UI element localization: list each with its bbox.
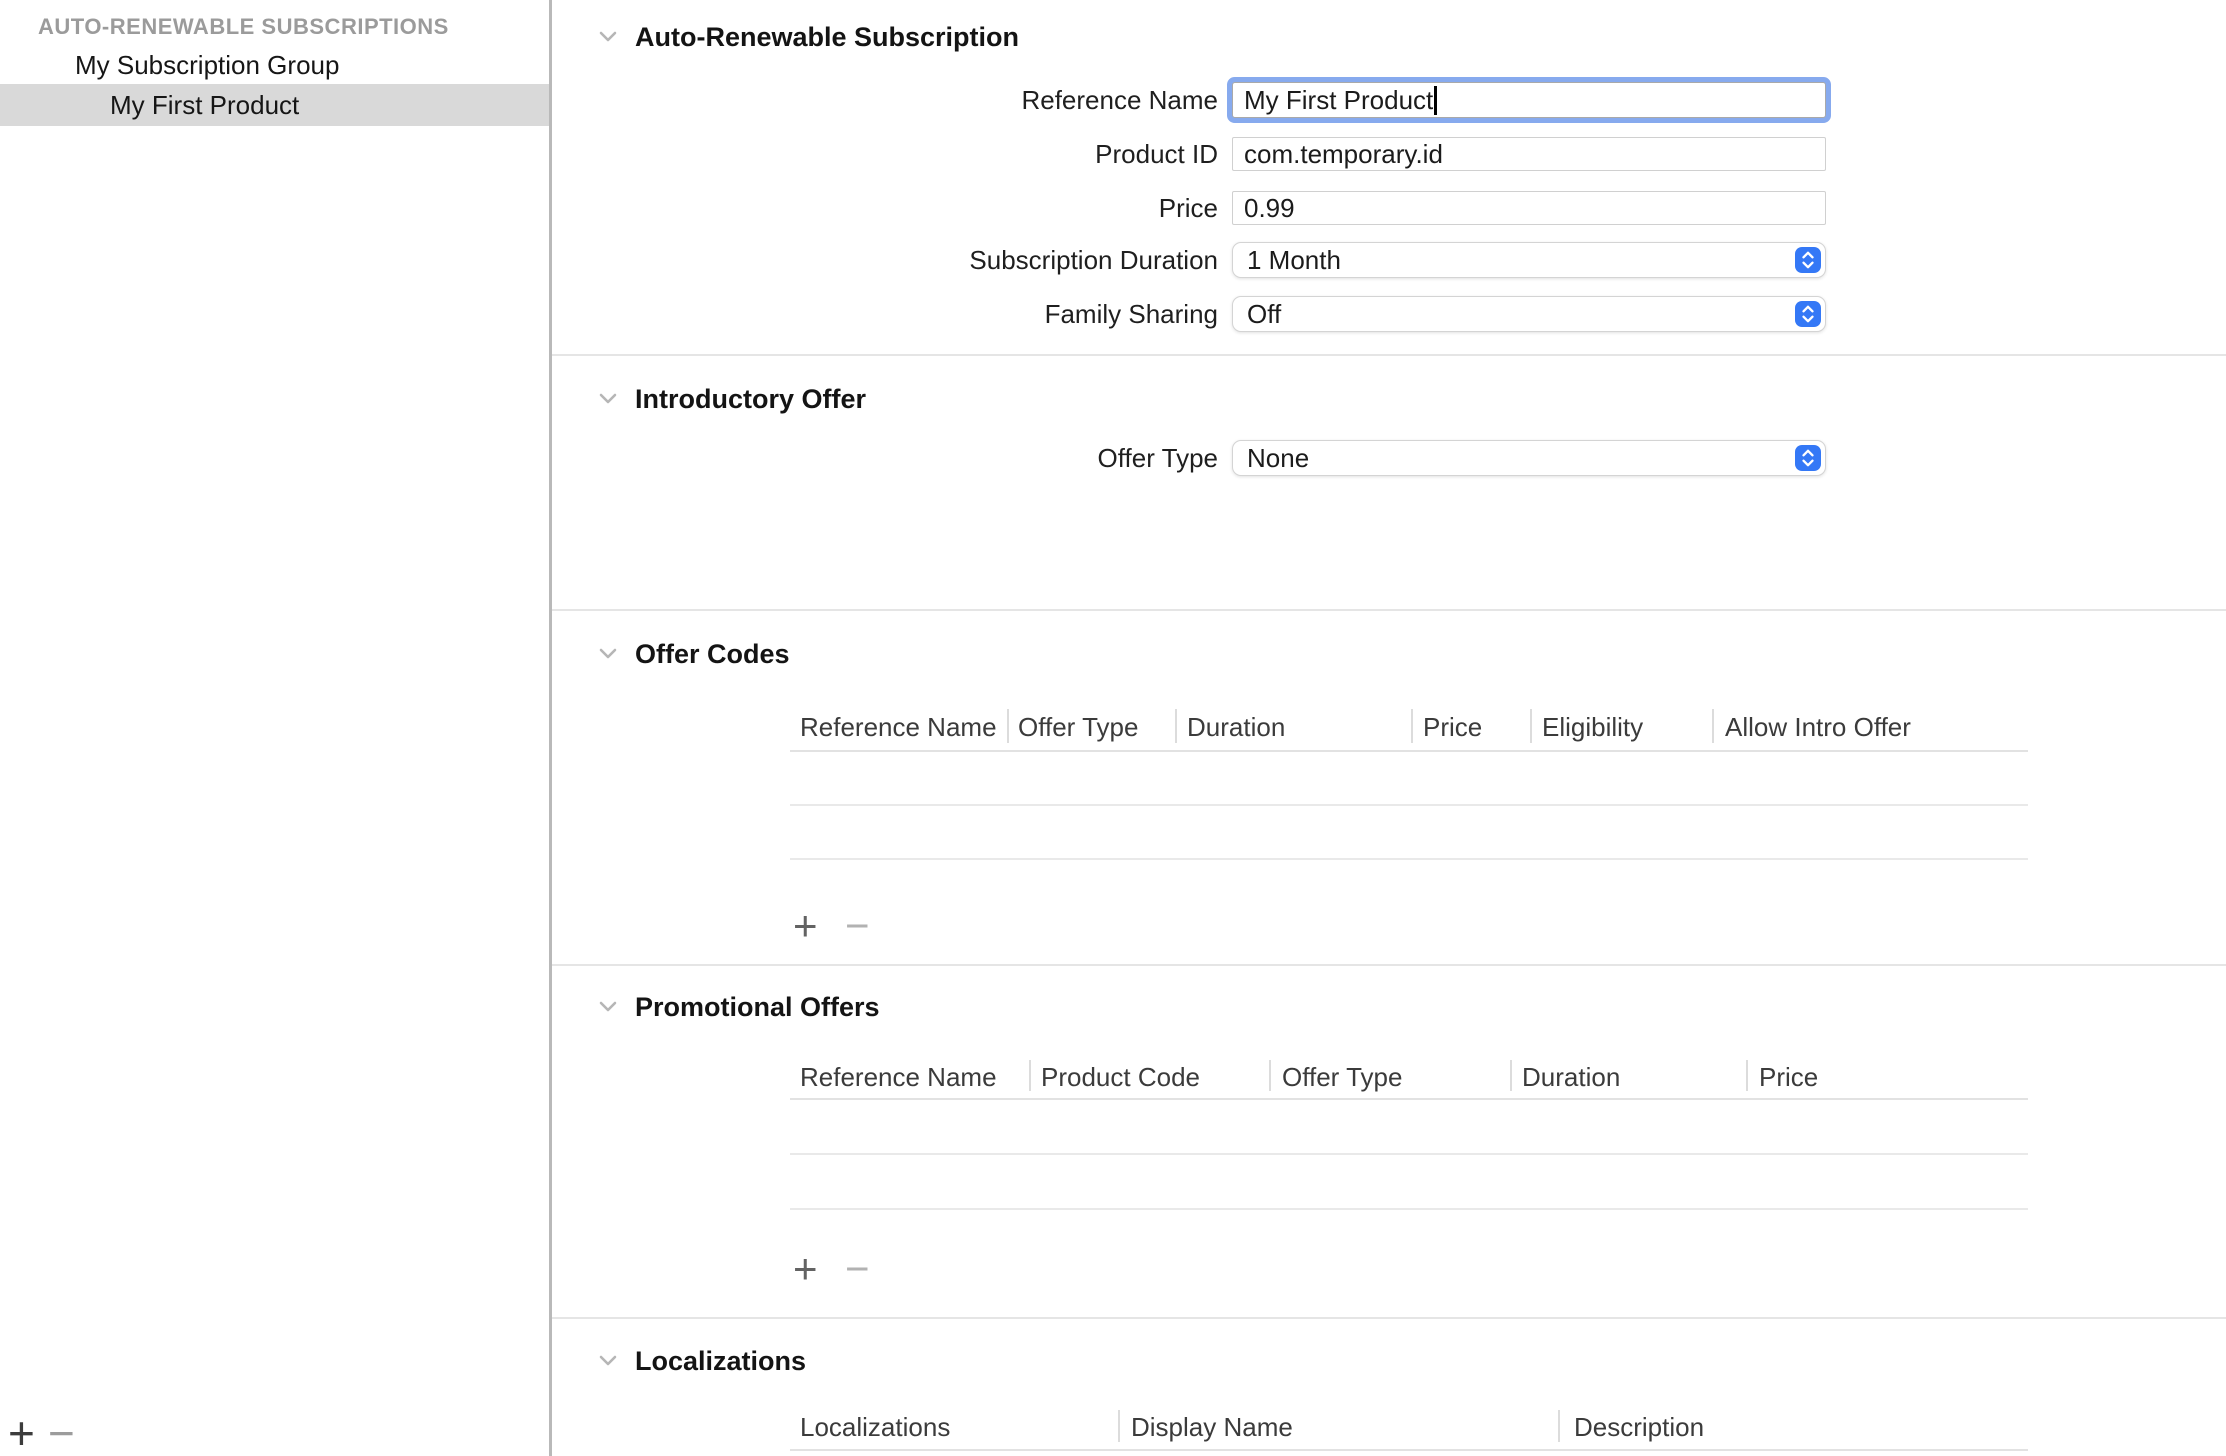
text-cursor (1434, 86, 1437, 115)
column-separator (1411, 709, 1413, 743)
column-header[interactable]: Offer Type (1018, 705, 1138, 750)
reference-name-input[interactable]: My First Product (1232, 82, 1826, 118)
section-header-introductory-offer: Introductory Offer (598, 384, 866, 415)
sidebar-add-button[interactable]: + (8, 1410, 35, 1456)
column-separator (1530, 709, 1532, 743)
subscription-duration-value: 1 Month (1247, 245, 1341, 276)
promotional-offers-table-header: Reference Name Product Code Offer Type D… (790, 1056, 2028, 1100)
table-row[interactable] (790, 806, 2028, 860)
table-row[interactable] (790, 752, 2028, 806)
column-header[interactable]: Reference Name (800, 1056, 997, 1098)
price-input[interactable]: 0.99 (1232, 191, 1826, 225)
column-separator (1746, 1060, 1748, 1091)
promotional-offers-table: Reference Name Product Code Offer Type D… (790, 1056, 2028, 1210)
chevron-down-icon[interactable] (598, 391, 618, 411)
table-row[interactable] (790, 1451, 2028, 1456)
table-row[interactable] (790, 1155, 2028, 1210)
sidebar-remove-button[interactable]: − (48, 1410, 75, 1456)
section-header-offer-codes: Offer Codes (598, 639, 790, 670)
column-separator (1558, 1410, 1560, 1442)
section-divider (552, 609, 2226, 611)
offer-type-value: None (1247, 443, 1309, 474)
column-header[interactable]: Price (1423, 705, 1482, 750)
popup-stepper-icon (1795, 301, 1821, 327)
column-header[interactable]: Localizations (800, 1406, 950, 1449)
popup-stepper-icon (1795, 247, 1821, 273)
chevron-down-icon[interactable] (598, 1353, 618, 1373)
subscription-duration-popup[interactable]: 1 Month (1232, 242, 1826, 278)
offer-type-label: Offer Type (1098, 440, 1218, 476)
promotional-offers-remove-button[interactable]: − (845, 1246, 870, 1292)
offer-codes-add-button[interactable]: + (793, 903, 818, 949)
column-header[interactable]: Product Code (1041, 1056, 1200, 1098)
section-header-localizations: Localizations (598, 1346, 806, 1377)
sidebar-item-my-first-product[interactable]: My First Product (110, 84, 299, 126)
family-sharing-value: Off (1247, 299, 1281, 330)
column-separator (1269, 1060, 1271, 1091)
sidebar-item-subscription-group[interactable]: My Subscription Group (75, 50, 339, 80)
sidebar-divider (549, 0, 552, 1456)
product-id-input[interactable]: com.temporary.id (1232, 137, 1826, 171)
offer-codes-remove-button[interactable]: − (845, 903, 870, 949)
column-header[interactable]: Reference Name (800, 705, 997, 750)
section-header-subscription: Auto-Renewable Subscription (598, 22, 1019, 53)
localizations-table: Localizations Display Name Description (790, 1406, 2028, 1456)
section-title-subscription: Auto-Renewable Subscription (635, 22, 1019, 53)
reference-name-label: Reference Name (1021, 82, 1218, 118)
product-id-label: Product ID (1095, 137, 1218, 171)
column-header[interactable]: Duration (1187, 705, 1285, 750)
column-separator (1510, 1060, 1512, 1091)
column-header[interactable]: Duration (1522, 1056, 1620, 1098)
popup-stepper-icon (1795, 445, 1821, 471)
price-label: Price (1159, 191, 1218, 225)
column-separator (1029, 1060, 1031, 1091)
table-row[interactable] (790, 1100, 2028, 1155)
section-divider (552, 1317, 2226, 1319)
family-sharing-popup[interactable]: Off (1232, 296, 1826, 332)
subscription-duration-label: Subscription Duration (969, 242, 1218, 278)
section-title-promotional-offers: Promotional Offers (635, 992, 880, 1023)
column-header[interactable]: Allow Intro Offer (1725, 705, 1911, 750)
column-separator (1118, 1410, 1120, 1442)
section-header-promotional-offers: Promotional Offers (598, 992, 880, 1023)
sidebar: AUTO-RENEWABLE SUBSCRIPTIONS My Subscrip… (0, 0, 549, 1456)
offer-codes-table: Reference Name Offer Type Duration Price… (790, 705, 2028, 860)
price-value: 0.99 (1244, 193, 1295, 224)
column-separator (1007, 709, 1009, 743)
column-separator (1175, 709, 1177, 743)
column-header[interactable]: Display Name (1131, 1406, 1293, 1449)
offer-codes-table-header: Reference Name Offer Type Duration Price… (790, 705, 2028, 752)
section-divider (552, 964, 2226, 966)
product-id-value: com.temporary.id (1244, 139, 1443, 170)
chevron-down-icon[interactable] (598, 646, 618, 666)
offer-type-popup[interactable]: None (1232, 440, 1826, 476)
localizations-table-header: Localizations Display Name Description (790, 1406, 2028, 1451)
column-header[interactable]: Description (1574, 1406, 1704, 1449)
family-sharing-label: Family Sharing (1045, 296, 1218, 332)
storekit-subscription-editor: AUTO-RENEWABLE SUBSCRIPTIONS My Subscrip… (0, 0, 2226, 1456)
sidebar-group-header: AUTO-RENEWABLE SUBSCRIPTIONS (38, 14, 449, 40)
section-title-offer-codes: Offer Codes (635, 639, 790, 670)
section-divider (552, 354, 2226, 356)
chevron-down-icon[interactable] (598, 29, 618, 49)
promotional-offers-add-button[interactable]: + (793, 1246, 818, 1292)
column-header[interactable]: Offer Type (1282, 1056, 1402, 1098)
column-separator (1712, 709, 1714, 743)
reference-name-value: My First Product (1244, 85, 1433, 116)
chevron-down-icon[interactable] (598, 999, 618, 1019)
section-title-introductory-offer: Introductory Offer (635, 384, 866, 415)
column-header[interactable]: Eligibility (1542, 705, 1643, 750)
column-header[interactable]: Price (1759, 1056, 1818, 1098)
section-title-localizations: Localizations (635, 1346, 806, 1377)
